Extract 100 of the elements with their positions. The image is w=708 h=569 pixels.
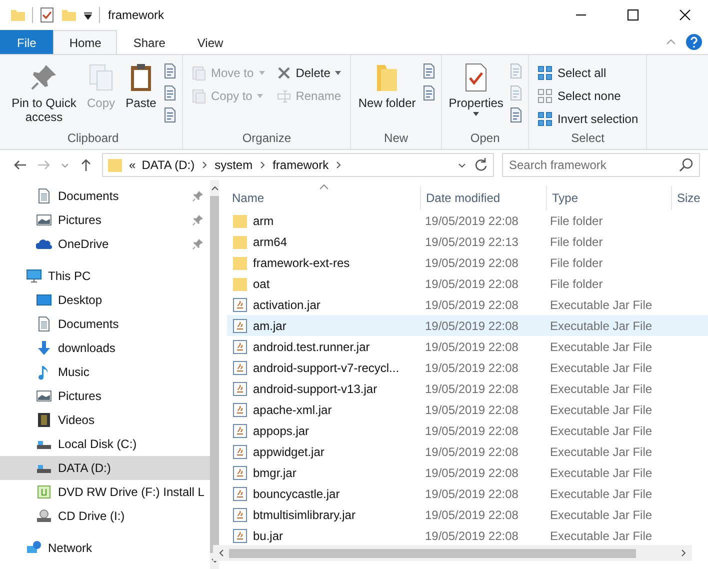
file-row[interactable]: apache-xml.jar 19/05/2019 22:08 Executable Jar File <box>227 399 708 420</box>
file-name: bouncycastle.jar <box>253 486 340 500</box>
type-cell-text: Executable Jar File <box>549 382 654 396</box>
file-row[interactable]: android-support-v7-recycl... 19/05/2019 22:08 Executable Jar File <box>227 357 708 378</box>
breadcrumb-overflow[interactable]: « <box>129 158 136 172</box>
nav-item[interactable]: Documents <box>0 312 210 336</box>
ribbon-tab[interactable]: Share <box>117 30 182 54</box>
scroll-right-icon[interactable] <box>680 549 688 557</box>
chevron-icon[interactable] <box>200 161 209 169</box>
date-cell-text: 19/05/2019 22:08 <box>424 528 520 542</box>
horizontal-scrollbar[interactable] <box>213 545 692 561</box>
scroll-up-icon[interactable] <box>210 184 219 192</box>
file-row[interactable]: arm 19/05/2019 22:08 File folder <box>227 210 708 231</box>
tool-icon[interactable] <box>162 85 178 101</box>
ribbon-button[interactable]: New folder <box>355 59 419 112</box>
ribbon-button[interactable]: Pin to Quick access <box>8 59 80 126</box>
type-cell-text: Executable Jar File <box>549 318 654 332</box>
nav-item[interactable]: Pictures <box>0 384 210 408</box>
pin-icon[interactable] <box>192 190 204 202</box>
file-name: android.test.runner.jar <box>253 340 370 354</box>
column-header[interactable]: Name <box>227 186 421 210</box>
nav-item[interactable]: Desktop <box>0 288 210 312</box>
nav-item[interactable]: This PC <box>0 264 210 288</box>
properties-icon[interactable] <box>39 7 55 23</box>
file-row[interactable]: arm64 19/05/2019 22:13 File folder <box>227 231 708 252</box>
download-arrow-icon <box>36 340 52 356</box>
chevron-icon[interactable] <box>334 161 343 169</box>
file-row[interactable]: appops.jar 19/05/2019 22:08 Executable Jar File <box>227 420 708 441</box>
tool-icon[interactable] <box>162 107 178 123</box>
nav-item[interactable]: Network <box>0 536 210 560</box>
pin-icon[interactable] <box>192 238 204 250</box>
java-file-icon <box>232 402 248 418</box>
ribbon-button[interactable]: Delete <box>272 63 346 83</box>
document-icon <box>36 316 52 332</box>
file-row[interactable]: am.jar 19/05/2019 22:08 Executable Jar File <box>227 315 708 336</box>
java-file-icon <box>232 318 248 334</box>
nav-item[interactable]: Videos <box>0 408 210 432</box>
nav-item[interactable]: Local Disk (C:) <box>0 432 210 456</box>
collapse-ribbon-icon[interactable] <box>666 37 676 47</box>
nav-item[interactable]: CD Drive (I:) <box>0 504 210 528</box>
file-row[interactable]: bu.jar 19/05/2019 22:08 Executable Jar File <box>227 525 708 546</box>
type-cell-text: Executable Jar File <box>549 466 654 480</box>
date-cell-text: 19/05/2019 22:08 <box>424 444 520 458</box>
file-menu-tab[interactable]: File <box>0 30 54 54</box>
caret-icon[interactable] <box>83 10 93 20</box>
folder-icon <box>232 254 248 270</box>
chevron-icon[interactable] <box>258 161 267 169</box>
caret-icon <box>472 110 480 118</box>
help-icon[interactable] <box>686 34 702 50</box>
ribbon-tab[interactable]: View <box>181 30 240 54</box>
column-header[interactable]: Size <box>672 186 708 210</box>
file-row[interactable]: framework-ext-res 19/05/2019 22:08 File folder <box>227 252 708 273</box>
date-cell-text: 19/05/2019 22:08 <box>424 486 520 500</box>
file-row[interactable]: oat 19/05/2019 22:08 File folder <box>227 273 708 294</box>
scroll-left-icon[interactable] <box>217 549 225 557</box>
breadcrumb[interactable]: framework <box>272 158 329 172</box>
date-cell-text: 19/05/2019 22:13 <box>424 234 520 248</box>
nav-item[interactable]: downloads <box>0 336 210 360</box>
nav-item[interactable]: DATA (D:) <box>0 456 210 480</box>
empty-grid-icon <box>537 88 554 104</box>
disc-drive-icon <box>36 484 52 500</box>
tool-icon[interactable] <box>420 85 437 101</box>
date-cell-text: 19/05/2019 22:08 <box>424 276 520 290</box>
ribbon-button[interactable]: Properties <box>446 59 506 120</box>
monitor-icon <box>26 268 42 284</box>
java-file-icon <box>232 444 248 460</box>
breadcrumb[interactable]: system <box>214 158 253 172</box>
nav-item[interactable]: DVD RW Drive (F:) Install L <box>0 480 210 504</box>
nav-item[interactable]: OneDrive <box>0 232 210 256</box>
ribbon-button[interactable]: Invert selection <box>533 109 642 129</box>
tool-icon[interactable] <box>420 63 437 79</box>
column-header[interactable]: Type <box>547 186 672 210</box>
file-row[interactable]: bmgr.jar 19/05/2019 22:08 Executable Jar File <box>227 462 708 483</box>
scrollbar[interactable] <box>210 180 220 569</box>
file-row[interactable]: activation.jar 19/05/2019 22:08 Executable Jar File <box>227 294 708 315</box>
date-cell-text: 19/05/2019 22:08 <box>424 382 520 396</box>
breadcrumb[interactable]: DATA (D:) <box>142 158 195 172</box>
ribbon-button[interactable]: Paste <box>122 59 160 112</box>
cd-drive-icon <box>36 508 52 524</box>
nav-item[interactable]: Documents <box>0 184 210 208</box>
type-cell-text: File folder <box>549 214 604 228</box>
file-name: activation.jar <box>253 298 320 312</box>
ribbon-button[interactable]: Select none <box>533 86 642 106</box>
file-row[interactable]: bouncycastle.jar 19/05/2019 22:08 Executable Jar File <box>227 483 708 504</box>
nav-item[interactable]: Pictures <box>0 208 210 232</box>
file-row[interactable]: btmultisimlibrary.jar 19/05/2019 22:08 Executable Jar File <box>227 504 708 525</box>
search-field[interactable]: Search framework <box>502 153 700 177</box>
date-cell-text: 19/05/2019 22:08 <box>424 214 520 228</box>
file-row[interactable]: android-support-v13.jar 19/05/2019 22:08 Executable Jar File <box>227 378 708 399</box>
tool-icon[interactable] <box>162 63 178 79</box>
column-header[interactable]: Date modified <box>421 186 547 210</box>
file-row[interactable]: android.test.runner.jar 19/05/2019 22:08 Executable Jar File <box>227 336 708 357</box>
ribbon-tab[interactable]: Home <box>53 30 118 54</box>
nav-item[interactable]: Music <box>0 360 210 384</box>
pin-icon[interactable] <box>192 214 204 226</box>
address-bar[interactable]: « DATA (D:) system framework <box>102 153 494 177</box>
refresh-icon[interactable] <box>473 157 489 173</box>
ribbon-button[interactable]: Select all <box>533 63 642 83</box>
tool-icon[interactable] <box>508 107 524 123</box>
file-row[interactable]: appwidget.jar 19/05/2019 22:08 Executable Jar File <box>227 441 708 462</box>
